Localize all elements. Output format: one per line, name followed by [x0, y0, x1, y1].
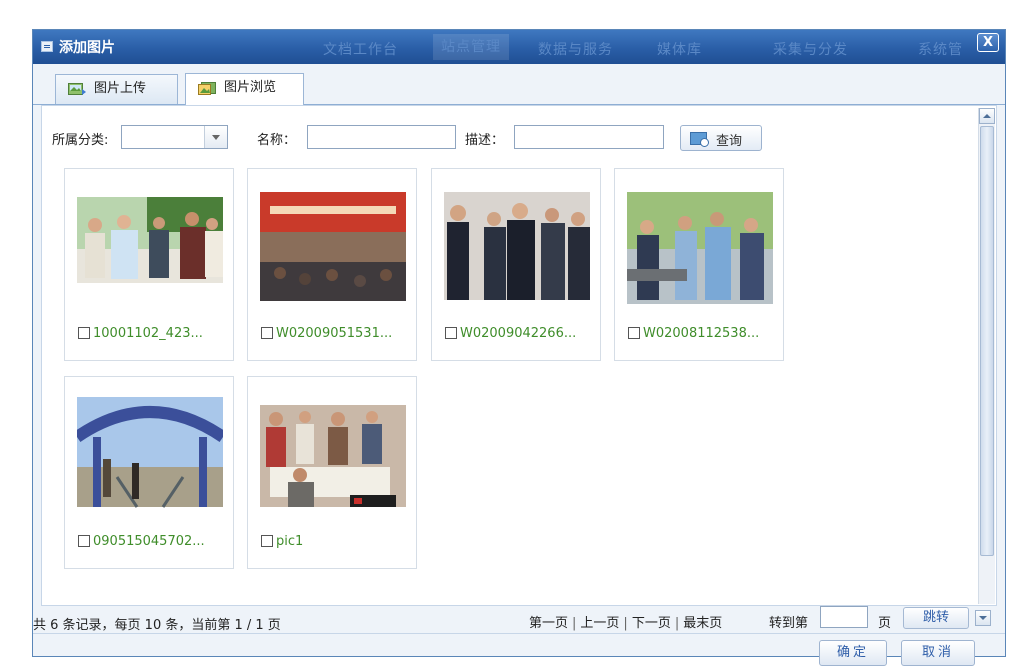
scroll-up-icon[interactable]: [979, 108, 995, 124]
background-menu-item: 文档工作台: [323, 42, 398, 58]
image-caption: 090515045702...: [78, 534, 205, 550]
page-unit-label: 页: [878, 616, 892, 631]
image-upload-icon: [68, 83, 86, 95]
search-icon: [690, 132, 709, 147]
background-menu-item: 数据与服务: [538, 42, 613, 58]
prev-page-link[interactable]: 上一页: [580, 616, 619, 631]
close-icon: X: [982, 35, 994, 50]
vertical-scrollbar[interactable]: [978, 108, 995, 604]
tab-image-upload[interactable]: 图片上传: [55, 74, 178, 104]
pager-links: 第一页 | 上一页 | 下一页 | 最末页: [529, 612, 722, 631]
image-browse-panel: 所属分类: 名称： 描述： 查询 10001102_423... W020090…: [41, 105, 997, 606]
close-button[interactable]: X: [977, 33, 999, 52]
tab-image-browse[interactable]: 图片浏览: [185, 73, 304, 105]
image-name[interactable]: pic1: [276, 534, 303, 549]
image-name[interactable]: W02008112538...: [643, 326, 759, 341]
image-select-checkbox[interactable]: [78, 535, 90, 547]
image-thumbnail: [77, 189, 223, 306]
record-count-status: 共 6 条记录，每页 10 条，当前第 1 / 1 页: [33, 618, 281, 633]
image-select-checkbox[interactable]: [445, 327, 457, 339]
image-name[interactable]: 10001102_423...: [93, 326, 203, 341]
image-caption: W02008112538...: [628, 326, 759, 342]
image-caption: pic1: [261, 534, 303, 550]
image-browse-icon: [198, 82, 216, 95]
page-number-input[interactable]: [820, 606, 868, 628]
last-page-link[interactable]: 最末页: [683, 616, 722, 631]
image-caption: W02009042266...: [445, 326, 576, 342]
image-card[interactable]: pic1: [247, 376, 417, 569]
dialog-title: 添加图片: [59, 40, 115, 56]
query-button[interactable]: 查询: [680, 125, 762, 151]
query-button-label: 查询: [716, 134, 743, 149]
window-icon: [41, 41, 53, 52]
dialog-titlebar[interactable]: 文档工作台 站点管理 数据与服务 媒体库 采集与分发 系统管 添加图片 X: [33, 30, 1005, 64]
background-menu-item: 采集与分发: [773, 42, 848, 58]
image-card[interactable]: W02008112538...: [614, 168, 784, 361]
ok-button[interactable]: 确定: [819, 640, 887, 666]
image-card[interactable]: 090515045702...: [64, 376, 234, 569]
image-thumbnail: [260, 397, 406, 514]
image-card[interactable]: 10001102_423...: [64, 168, 234, 361]
footer-divider: [33, 633, 1005, 634]
tab-label: 图片浏览: [224, 80, 277, 95]
image-thumbnail: [627, 189, 773, 306]
first-page-link[interactable]: 第一页: [529, 616, 568, 631]
image-name[interactable]: W02009042266...: [460, 326, 576, 341]
background-menu-item: 媒体库: [657, 42, 702, 58]
name-label: 名称：: [257, 133, 297, 148]
tab-label: 图片上传: [94, 81, 147, 96]
jump-button[interactable]: 跳转: [903, 607, 969, 629]
scrollbar-thumb[interactable]: [980, 126, 994, 556]
image-select-checkbox[interactable]: [78, 327, 90, 339]
image-thumbnail: [260, 189, 406, 306]
image-thumbnail: [77, 397, 223, 514]
image-select-checkbox[interactable]: [261, 535, 273, 547]
image-select-checkbox[interactable]: [261, 327, 273, 339]
description-label: 描述：: [465, 133, 505, 148]
image-card[interactable]: W02009051531...: [247, 168, 417, 361]
pager-separator: |: [572, 616, 577, 631]
image-caption: 10001102_423...: [78, 326, 203, 342]
background-menu-item: 系统管: [918, 42, 963, 58]
dialog-footer: 共 6 条记录，每页 10 条，当前第 1 / 1 页 第一页 | 上一页 | 下一页 |…: [33, 606, 1005, 666]
name-input[interactable]: [307, 125, 456, 149]
pager-separator: |: [674, 616, 680, 631]
goto-page-label: 转到第: [769, 616, 809, 631]
category-label: 所属分类:: [52, 133, 109, 148]
background-menu-item: 站点管理: [433, 34, 509, 60]
scroll-down-icon[interactable]: [975, 610, 991, 626]
image-name[interactable]: 090515045702...: [93, 534, 205, 549]
chevron-down-icon: [204, 126, 227, 148]
image-caption: W02009051531...: [261, 326, 392, 342]
image-name[interactable]: W02009051531...: [276, 326, 392, 341]
category-select[interactable]: [121, 125, 228, 149]
next-page-link[interactable]: 下一页: [632, 616, 671, 631]
description-input[interactable]: [514, 125, 664, 149]
cancel-button[interactable]: 取消: [901, 640, 975, 666]
image-select-checkbox[interactable]: [628, 327, 640, 339]
add-image-dialog: 文档工作台 站点管理 数据与服务 媒体库 采集与分发 系统管 添加图片 X 图片…: [32, 29, 1006, 666]
pager-separator: |: [623, 616, 628, 631]
image-thumbnail: [444, 189, 590, 306]
tab-bar: 图片上传 图片浏览: [33, 64, 1005, 105]
image-card[interactable]: W02009042266...: [431, 168, 601, 361]
